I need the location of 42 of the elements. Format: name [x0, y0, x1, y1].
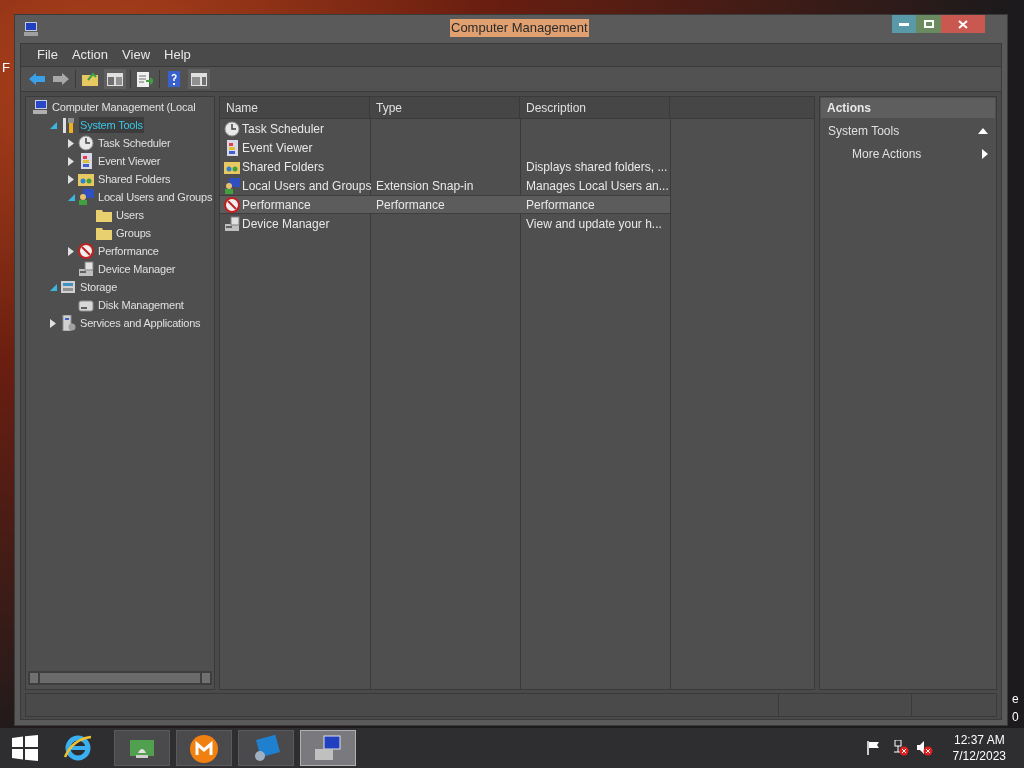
menu-item[interactable]: View: [116, 45, 157, 65]
table-cell[interactable]: Performance: [242, 195, 311, 214]
column-header[interactable]: Name: [220, 97, 370, 119]
tree-item[interactable]: Disk Management: [97, 297, 185, 313]
menu-item[interactable]: Action: [65, 45, 115, 65]
tree-item[interactable]: Local Users and Groups: [97, 189, 214, 205]
clock-time[interactable]: 12:37 AM: [953, 732, 1005, 748]
table-cell[interactable]: Event Viewer: [242, 138, 313, 157]
desktop-text: F: [2, 59, 10, 77]
tree-item[interactable]: System Tools: [79, 117, 144, 133]
desktop-text: e: [1012, 691, 1019, 708]
selected-row[interactable]: Performance Performance Performance: [220, 195, 670, 214]
clock-date[interactable]: 7/12/2023: [952, 748, 1006, 764]
action-link[interactable]: More Actions: [820, 144, 982, 163]
table-cell[interactable]: Task Scheduler: [242, 119, 325, 138]
pane-header: Actions: [821, 98, 995, 118]
table-cell: Manages Local Users an...: [526, 178, 669, 193]
tree-item[interactable]: Users: [115, 207, 145, 223]
table-cell: Performance: [376, 197, 445, 212]
table-cell[interactable]: Shared Folders: [242, 157, 325, 176]
tree-item[interactable]: Performance: [97, 243, 160, 259]
column-header[interactable]: Type: [370, 97, 520, 119]
tree-item[interactable]: Services and Applications: [79, 315, 202, 331]
section-heading[interactable]: System Tools: [820, 121, 978, 140]
tree-item[interactable]: Task Scheduler: [97, 135, 172, 151]
tree-item[interactable]: Event Viewer: [97, 153, 162, 169]
tree-item[interactable]: Shared Folders: [97, 171, 172, 187]
table-cell[interactable]: Device Manager: [242, 214, 330, 233]
tree-item[interactable]: Storage: [79, 279, 119, 295]
menu-item[interactable]: Help: [158, 45, 197, 65]
menu-item[interactable]: File: [31, 45, 64, 65]
table-cell[interactable]: Local Users and Groups: [242, 176, 372, 195]
table-cell: Performance: [526, 197, 595, 212]
table-cell: View and update your h...: [526, 216, 662, 231]
column-header[interactable]: Description: [520, 97, 670, 119]
desktop-text: 0: [1012, 709, 1019, 726]
tree-item[interactable]: Computer Management (Local: [51, 99, 197, 115]
tree-item[interactable]: Device Manager: [97, 261, 177, 277]
tree-item[interactable]: Groups: [115, 225, 152, 241]
table-cell: Extension Snap-in: [376, 178, 474, 193]
window-title: Computer Management: [450, 19, 589, 37]
table-cell: Displays shared folders, ...: [526, 159, 668, 174]
